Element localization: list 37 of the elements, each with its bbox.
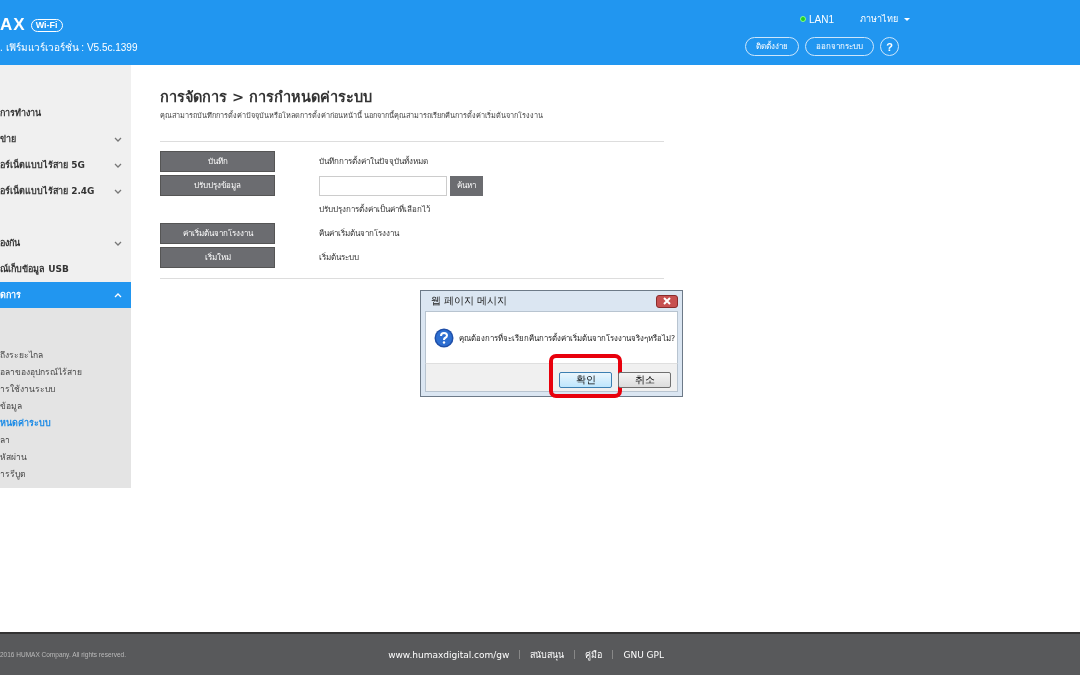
connection-label: LAN1: [809, 13, 834, 25]
question-icon: [434, 327, 454, 348]
action-description: บันทึกการตั้งค่าในปัจจุบันทั้งหมด: [319, 155, 428, 168]
action-button[interactable]: ปรับปรุงข้อมูล: [160, 175, 275, 196]
submenu-item[interactable]: ข้อมูล: [0, 397, 131, 414]
sidebar-item[interactable]: ณ์เก็บข้อมูล USB: [0, 256, 131, 282]
footer-link[interactable]: GNU GPL: [623, 649, 664, 660]
action-button[interactable]: เริ่มใหม่: [160, 247, 275, 268]
logo-text: AX: [0, 15, 26, 35]
action-button[interactable]: ค่าเริ่มต้นจากโรงงาน: [160, 223, 275, 244]
sidebar-item[interactable]: อร์เน็ตแบบไร้สาย 2.4G: [0, 178, 131, 204]
submenu-item[interactable]: ถึงระยะไกล: [0, 346, 131, 363]
submenu-item[interactable]: หัสผ่าน: [0, 448, 131, 465]
submenu-item[interactable]: อลาของอุปกรณ์ไร้สาย: [0, 363, 131, 380]
footer-link[interactable]: คู่มือ: [585, 647, 603, 662]
page-title: การจัดการ > การกำหนดค่าระบบ: [160, 88, 374, 107]
sidebar-item[interactable]: องกัน: [0, 230, 131, 256]
footer-link[interactable]: www.humaxdigital.com/gw: [388, 649, 510, 660]
close-button[interactable]: [656, 294, 678, 308]
action-button[interactable]: บันทึก: [160, 151, 275, 172]
action-description: เริ่มต้นระบบ: [319, 251, 359, 264]
dialog-button[interactable]: 확인: [559, 371, 612, 388]
sidebar-item[interactable]: อร์เน็ตแบบไร้สาย 5G: [0, 152, 131, 178]
dialog-title: 웹 페이지 메시지: [430, 294, 508, 308]
action-description: คืนค่าเริ่มต้นจากโรงงาน: [319, 227, 399, 240]
submenu-item[interactable]: ารรีบูต: [0, 465, 131, 482]
sidebar-item[interactable]: ข่าย: [0, 126, 131, 152]
submenu-item[interactable]: ารใช้งานระบบ: [0, 380, 131, 397]
browse-button[interactable]: ค้นหา: [450, 175, 483, 196]
action-description: ปรับปรุงการตั้งค่าเป็นค่าที่เลือกไว้: [319, 203, 430, 216]
close-icon: [661, 296, 673, 306]
submenu-item[interactable]: ลา: [0, 431, 131, 448]
footer-link[interactable]: สนับสนุน: [530, 647, 565, 662]
sidebar-item[interactable]: การทำงาน: [0, 100, 131, 126]
file-field[interactable]: [319, 175, 447, 196]
firmware-version: . เฟิร์มแวร์เวอร์ชั่น : V5.5c.1399: [0, 40, 138, 55]
dialog-button[interactable]: 취소: [618, 371, 671, 388]
